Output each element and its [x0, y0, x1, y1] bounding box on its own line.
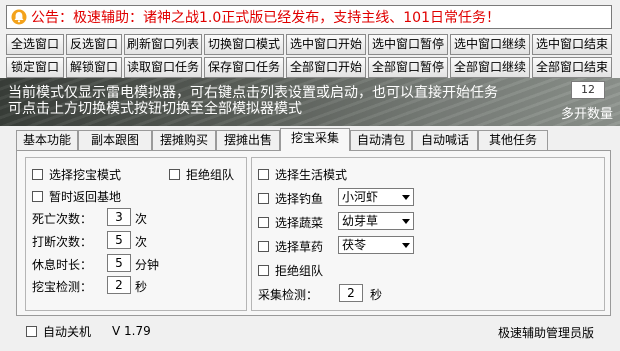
treasure-refuse-team-checkbox[interactable]: 拒绝组队 [169, 166, 234, 183]
version-label: V 1.79 [112, 324, 151, 338]
checkbox-box[interactable] [258, 265, 269, 276]
auto-shutdown-label: 自动关机 [43, 325, 92, 339]
load-window-tasks-button[interactable]: 读取窗口任务 [124, 57, 202, 78]
bell-icon [11, 9, 27, 25]
rest-input[interactable]: 5 [107, 254, 131, 272]
lock-window-button[interactable]: 锁定窗口 [6, 57, 64, 78]
edition-label: 极速辅助管理员版 [498, 326, 595, 340]
herb-label: 选择草药 [275, 240, 324, 254]
gather-group: 选择生活模式 选择钓鱼 小河虾 选择蔬菜 幼芽草 选择草药 茯苓 拒绝组队 采集… [251, 157, 605, 311]
pause-selected-button[interactable]: 选中窗口暂停 [368, 34, 448, 55]
tab-stall-buy[interactable]: 摆摊购买 [152, 130, 216, 150]
start-selected-button[interactable]: 选中窗口开始 [286, 34, 366, 55]
checkbox-box[interactable] [258, 169, 269, 180]
save-window-tasks-button[interactable]: 保存窗口任务 [204, 57, 284, 78]
banner-line-2: 可点击上方切换模式按钮切换至全部模拟器模式 [8, 101, 302, 117]
pause-all-button[interactable]: 全部窗口暂停 [368, 57, 448, 78]
auto-shutdown-checkbox[interactable]: 自动关机 [26, 323, 91, 340]
rest-unit: 分钟 [135, 258, 160, 272]
interrupt-input[interactable]: 5 [107, 231, 131, 249]
refresh-window-list-button[interactable]: 刷新窗口列表 [124, 34, 202, 55]
gather-detect-label: 采集检测： [258, 288, 319, 302]
announcement-bar: 公告：极速辅助：诸神之战1.0正式版已经发布，支持主线、101日常任务！ [6, 5, 612, 29]
fishing-checkbox[interactable]: 选择钓鱼 [258, 190, 323, 207]
checkbox-box[interactable] [169, 169, 180, 180]
interrupt-unit: 次 [135, 235, 148, 249]
resume-selected-button[interactable]: 选中窗口继续 [450, 34, 530, 55]
select-all-windows-button[interactable]: 全选窗口 [6, 34, 64, 55]
gather-detect-unit: 秒 [370, 288, 383, 302]
status-bar: 自动关机 V 1.79 极速辅助管理员版 [16, 318, 611, 342]
herb-checkbox[interactable]: 选择草药 [258, 238, 323, 255]
vegetable-label: 选择蔬菜 [275, 216, 324, 230]
fishing-select-value: 小河虾 [342, 190, 379, 204]
checkbox-box[interactable] [32, 169, 43, 180]
treasure-refuse-team-label: 拒绝组队 [186, 168, 235, 182]
tab-other-tasks[interactable]: 其他任务 [478, 130, 548, 150]
announcement-text: 公告：极速辅助：诸神之战1.0正式版已经发布，支持主线、101日常任务！ [31, 10, 500, 26]
treasure-detect-input[interactable]: 2 [107, 276, 131, 294]
invert-selection-button[interactable]: 反选窗口 [66, 34, 122, 55]
return-base-label: 暂时返回基地 [49, 190, 122, 204]
vegetable-select-value: 幼芽草 [342, 214, 379, 228]
tab-basic[interactable]: 基本功能 [16, 130, 78, 150]
herb-select-value: 茯苓 [342, 238, 367, 252]
tab-dungeon[interactable]: 副本跟图 [78, 130, 152, 150]
deaths-label: 死亡次数： [32, 212, 93, 226]
tab-panel: 选择挖宝模式 拒绝组队 暂时返回基地 死亡次数： 3 次 打断次数： 5 次 休… [16, 150, 611, 316]
deaths-input[interactable]: 3 [107, 208, 131, 226]
checkbox-box[interactable] [258, 217, 269, 228]
return-base-checkbox[interactable]: 暂时返回基地 [32, 188, 121, 205]
life-mode-label: 选择生活模式 [275, 168, 348, 182]
multi-count-input[interactable]: 12 [571, 81, 605, 99]
tab-auto-shout[interactable]: 自动喊话 [412, 130, 478, 150]
chevron-down-icon[interactable] [399, 213, 413, 229]
tab-auto-clean[interactable]: 自动清包 [350, 130, 412, 150]
unlock-window-button[interactable]: 解锁窗口 [66, 57, 122, 78]
checkbox-box[interactable] [32, 191, 43, 202]
checkbox-box[interactable] [258, 193, 269, 204]
switch-window-mode-button[interactable]: 切换窗口模式 [204, 34, 284, 55]
gather-detect-input[interactable]: 2 [339, 284, 363, 302]
treasure-detect-label: 挖宝检测： [32, 280, 93, 294]
herb-select[interactable]: 茯苓 [338, 236, 414, 254]
stop-selected-button[interactable]: 选中窗口结束 [532, 34, 612, 55]
gather-refuse-team-checkbox[interactable]: 拒绝组队 [258, 262, 323, 279]
treasure-group: 选择挖宝模式 拒绝组队 暂时返回基地 死亡次数： 3 次 打断次数： 5 次 休… [25, 157, 247, 311]
treasure-mode-label: 选择挖宝模式 [49, 168, 122, 182]
checkbox-box[interactable] [26, 326, 37, 337]
chevron-down-icon[interactable] [399, 189, 413, 205]
fishing-label: 选择钓鱼 [275, 192, 324, 206]
stop-all-button[interactable]: 全部窗口结束 [532, 57, 612, 78]
resume-all-button[interactable]: 全部窗口继续 [450, 57, 530, 78]
vegetable-select[interactable]: 幼芽草 [338, 212, 414, 230]
interrupt-label: 打断次数： [32, 235, 93, 249]
life-mode-checkbox[interactable]: 选择生活模式 [258, 166, 347, 183]
start-all-button[interactable]: 全部窗口开始 [286, 57, 366, 78]
checkbox-box[interactable] [258, 241, 269, 252]
tab-stall-sell[interactable]: 摆摊出售 [216, 130, 280, 150]
multi-count-label: 多开数量 [561, 107, 614, 122]
chevron-down-icon[interactable] [399, 237, 413, 253]
treasure-detect-unit: 秒 [135, 280, 148, 294]
main-window: 公告：极速辅助：诸神之战1.0正式版已经发布，支持主线、101日常任务！ 全选窗… [0, 0, 620, 351]
gather-refuse-team-label: 拒绝组队 [275, 264, 324, 278]
deaths-unit: 次 [135, 212, 148, 226]
rest-label: 休息时长： [32, 258, 93, 272]
tab-treasure-gather[interactable]: 挖宝采集 [280, 128, 350, 151]
fishing-select[interactable]: 小河虾 [338, 188, 414, 206]
treasure-mode-checkbox[interactable]: 选择挖宝模式 [32, 166, 121, 183]
info-banner: 当前模式仅显示雷电模拟器，可右键点击列表设置或启动，也可以直接开始任务 可点击上… [0, 78, 620, 126]
vegetable-checkbox[interactable]: 选择蔬菜 [258, 214, 323, 231]
